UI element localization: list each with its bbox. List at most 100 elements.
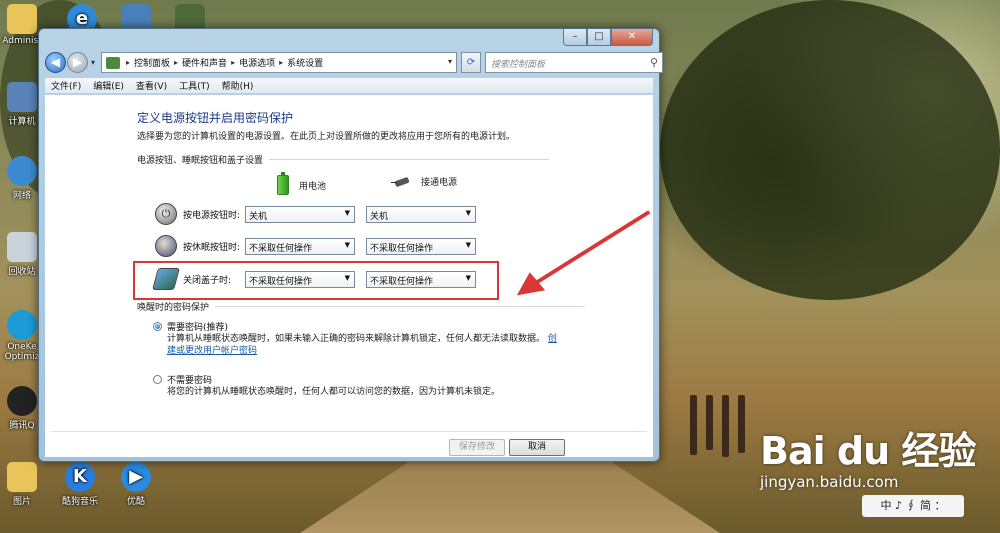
power-plug-icon — [391, 177, 413, 187]
require-password-desc-text: 计算机从睡眠状态唤醒时，如果未输入正确的密码来解除计算机锁定，任何人都无法读取数… — [167, 334, 546, 344]
breadcrumb-control-panel[interactable]: 控制面板 — [134, 56, 170, 69]
sleep-button-plugged-select[interactable]: 不采取任何操作 ▼ — [366, 238, 476, 255]
section-divider — [215, 306, 586, 307]
dropdown-arrow-icon: ▼ — [465, 209, 471, 217]
require-password-radio[interactable] — [153, 322, 162, 331]
onekey-icon — [7, 310, 37, 340]
change-password-link[interactable]: 建或更改用户帐户密码 — [167, 346, 257, 356]
power-button-plugged-select[interactable]: 关机 ▼ — [366, 206, 476, 223]
menu-tools[interactable]: 工具(T) — [173, 79, 216, 92]
section-title: 唤醒时的密码保护 — [137, 303, 210, 313]
menu-edit[interactable]: 编辑(E) — [87, 79, 130, 92]
address-bar[interactable]: ▸ 控制面板 ▸ 硬件和声音 ▸ 电源选项 ▸ 系统设置 ▾ — [101, 52, 457, 73]
youku-icon: ▶ — [121, 462, 151, 492]
column-battery-label: 用电池 — [299, 181, 327, 192]
network-globe-icon — [7, 156, 37, 186]
section-title: 电源按钮、睡眠按钮和盖子设置 — [137, 156, 264, 166]
page-description: 选择要为您的计算机设置的电源设置。在此页上对设置所做的更改将应用于您所有的电源计… — [137, 132, 516, 142]
search-input[interactable]: 搜索控制面板 ⚲ — [485, 52, 663, 73]
chevron-right-icon[interactable]: ▸ — [279, 58, 283, 67]
tree-foliage — [660, 0, 1000, 300]
page-title: 定义电源按钮并启用密码保护 — [137, 111, 294, 125]
search-placeholder: 搜索控制面板 — [491, 60, 546, 70]
select-value: 不采取任何操作 — [370, 244, 434, 254]
desktop-icon-label: 图片 — [12, 497, 31, 507]
sleep-moon-icon: ☾ — [155, 235, 177, 257]
menu-view[interactable]: 查看(V) — [130, 79, 173, 92]
sleep-button-row: ☾ 按休眠按钮时: — [155, 235, 245, 257]
chevron-right-icon: ▸ — [126, 58, 131, 67]
breadcrumb-system-settings[interactable]: 系统设置 — [287, 56, 323, 69]
watermark-url: jingyan.baidu.com — [760, 473, 899, 491]
chevron-right-icon[interactable]: ▸ — [231, 58, 235, 67]
recycle-bin-icon — [7, 232, 37, 262]
annotation-red-arrow — [516, 210, 651, 296]
folder-icon — [7, 4, 37, 34]
section-divider — [269, 159, 550, 160]
require-password-description: 计算机从睡眠状态唤醒时，如果未输入正确的密码来解除计算机锁定，任何人都无法读取数… — [167, 333, 587, 357]
desktop-icon-label: Administ — [2, 36, 42, 46]
maximize-button[interactable]: □ — [587, 29, 611, 46]
save-changes-button[interactable]: 保存修改 — [449, 439, 505, 456]
power-icon: ⏻ — [155, 203, 177, 225]
annotation-highlight-box — [133, 261, 499, 300]
desktop-icon-label: 腾讯Q — [9, 421, 35, 431]
refresh-button[interactable]: ⟳ — [461, 52, 481, 73]
menu-file[interactable]: 文件(F) — [45, 79, 87, 92]
back-button[interactable]: ◀ — [45, 52, 66, 73]
qq-penguin-icon — [7, 386, 37, 416]
select-value: 不采取任何操作 — [249, 244, 313, 254]
desktop-icon-label: 网络 — [12, 191, 31, 201]
require-password-label[interactable]: 需要密码(推荐) — [167, 320, 228, 333]
desktop-icon-label: OneKe Optimiz — [4, 342, 40, 362]
row-label: 按电源按钮时: — [183, 210, 241, 221]
desktop-icon-label: 优酷 — [126, 497, 145, 507]
address-dropdown-icon[interactable]: ▾ — [448, 57, 452, 66]
dropdown-arrow-icon: ▼ — [465, 241, 471, 249]
column-plugged: 接通电源 — [391, 175, 457, 188]
power-button-battery-select[interactable]: 关机 ▼ — [245, 206, 355, 223]
select-value: 关机 — [370, 212, 389, 222]
no-password-label[interactable]: 不需要密码 — [167, 373, 212, 386]
cancel-button[interactable]: 取消 — [509, 439, 565, 456]
footer-divider — [51, 431, 647, 432]
forward-button[interactable]: ▶ — [67, 52, 88, 73]
battery-icon — [277, 172, 289, 195]
breadcrumb: ▸ 控制面板 ▸ 硬件和声音 ▸ 电源选项 ▸ 系统设置 — [122, 56, 323, 69]
ime-toolbar[interactable]: 中 ♪ ∮ 简 ： — [862, 495, 964, 517]
fence-post — [738, 395, 745, 453]
history-dropdown-icon[interactable]: ▾ — [91, 58, 95, 67]
desktop-icon-label: 回收站 — [8, 267, 36, 277]
sleep-button-battery-select[interactable]: 不采取任何操作 ▼ — [245, 238, 355, 255]
control-panel-icon — [106, 56, 120, 69]
breadcrumb-hardware-sound[interactable]: 硬件和声音 — [182, 56, 227, 69]
dropdown-arrow-icon: ▼ — [344, 241, 350, 249]
chevron-right-icon[interactable]: ▸ — [174, 58, 178, 67]
row-label: 按休眠按钮时: — [183, 242, 241, 253]
select-value: 关机 — [249, 212, 268, 222]
power-button-row: ⏻ 按电源按钮时: — [155, 203, 245, 225]
fence-post — [706, 395, 713, 450]
computer-icon — [7, 82, 37, 112]
fence-post — [690, 395, 697, 455]
no-password-description: 将您的计算机从睡眠状态唤醒时，任何人都可以访问您的数据，因为计算机未锁定。 — [167, 387, 501, 397]
navigation-bar: ◀ ▶ ▾ ▸ 控制面板 ▸ 硬件和声音 ▸ 电源选项 ▸ 系统设置 ▾ ⟳ 搜… — [45, 51, 663, 75]
no-password-radio[interactable] — [153, 375, 162, 384]
watermark-brand: Bai du 经验 — [760, 429, 976, 473]
window-caption-buttons: – □ ✕ — [563, 29, 653, 46]
desktop-icon-youku[interactable]: ▶ 优酷 — [114, 462, 158, 507]
baidu-watermark: Bai du 经验 jingyan.baidu.com — [760, 420, 976, 491]
menu-help[interactable]: 帮助(H) — [216, 79, 260, 92]
menu-bar: 文件(F) 编辑(E) 查看(V) 工具(T) 帮助(H) — [45, 78, 653, 94]
desktop-icon-label: 计算机 — [8, 117, 36, 127]
desktop-icon-pictures[interactable]: 图片 — [0, 462, 44, 507]
breadcrumb-power-options[interactable]: 电源选项 — [239, 56, 275, 69]
fence-post — [722, 395, 729, 457]
minimize-button[interactable]: – — [563, 29, 587, 46]
section-wakeup-password: 唤醒时的密码保护 — [137, 300, 586, 313]
close-button[interactable]: ✕ — [611, 29, 653, 46]
create-password-link[interactable]: 创 — [548, 334, 557, 344]
search-icon[interactable]: ⚲ — [650, 56, 658, 69]
desktop-icon-kugou[interactable]: K 酷狗音乐 — [58, 462, 102, 507]
column-plugged-label: 接通电源 — [421, 178, 458, 188]
